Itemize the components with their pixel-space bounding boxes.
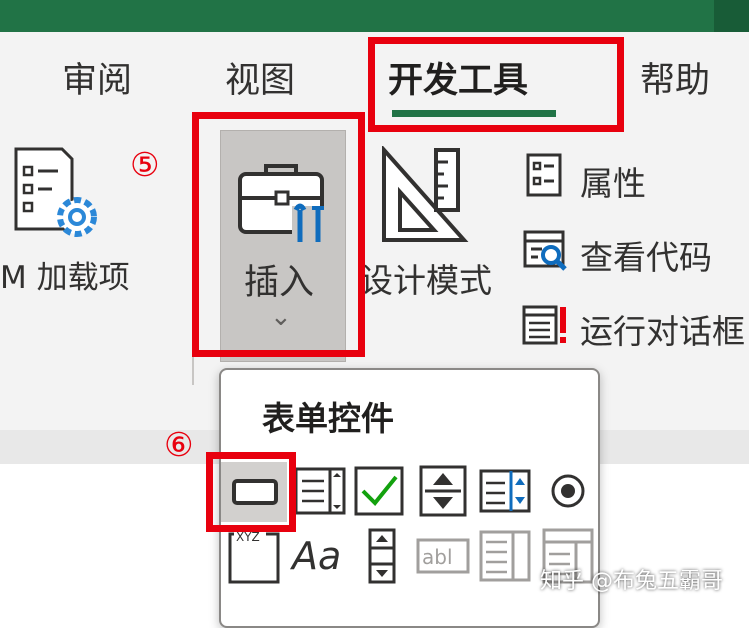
group-box-icon[interactable]: XYZ — [226, 528, 282, 584]
tab-review[interactable]: 审阅 — [62, 52, 132, 103]
run-dialog-icon[interactable] — [522, 302, 568, 348]
watermark: 知乎 @布兔五霸哥 — [540, 569, 723, 594]
window-title-bar-corner — [714, 0, 749, 32]
scroll-bar-icon[interactable] — [354, 528, 410, 584]
tab-view[interactable]: 视图 — [225, 52, 295, 103]
run-dialog-label[interactable]: 运行对话框 — [580, 305, 745, 353]
list-box-icon[interactable] — [477, 463, 533, 519]
option-button-icon[interactable] — [540, 463, 596, 519]
view-code-icon[interactable] — [522, 227, 568, 273]
label-icon[interactable]: Aa — [292, 534, 341, 578]
view-code-label[interactable]: 查看代码 — [580, 231, 712, 279]
properties-label[interactable]: 属性 — [580, 157, 646, 205]
spin-button-icon[interactable] — [415, 463, 471, 519]
annotation-box-developer-tab — [368, 37, 624, 132]
design-mode-label[interactable]: 设计模式 — [360, 254, 492, 302]
annotation-box-button-control — [206, 452, 296, 532]
step-5-marker: ⑤ — [130, 145, 160, 184]
svg-text:XYZ: XYZ — [236, 530, 260, 544]
svg-text:abl: abl — [422, 545, 453, 569]
design-mode-icon[interactable] — [378, 146, 474, 250]
step-6-marker: ⑥ — [164, 425, 194, 464]
com-addins-icon[interactable] — [10, 145, 110, 245]
properties-icon[interactable] — [522, 152, 568, 198]
com-addins-label[interactable]: M 加载项 — [0, 252, 130, 297]
tab-help[interactable]: 帮助 — [640, 52, 710, 103]
text-field-icon: abl — [416, 538, 470, 574]
form-controls-title: 表单控件 — [262, 399, 394, 438]
check-box-icon[interactable] — [351, 463, 407, 519]
combo-box-icon[interactable] — [292, 463, 348, 519]
annotation-box-insert — [192, 112, 365, 357]
window-title-bar — [0, 0, 749, 32]
combo-list-edit-icon — [479, 530, 531, 582]
